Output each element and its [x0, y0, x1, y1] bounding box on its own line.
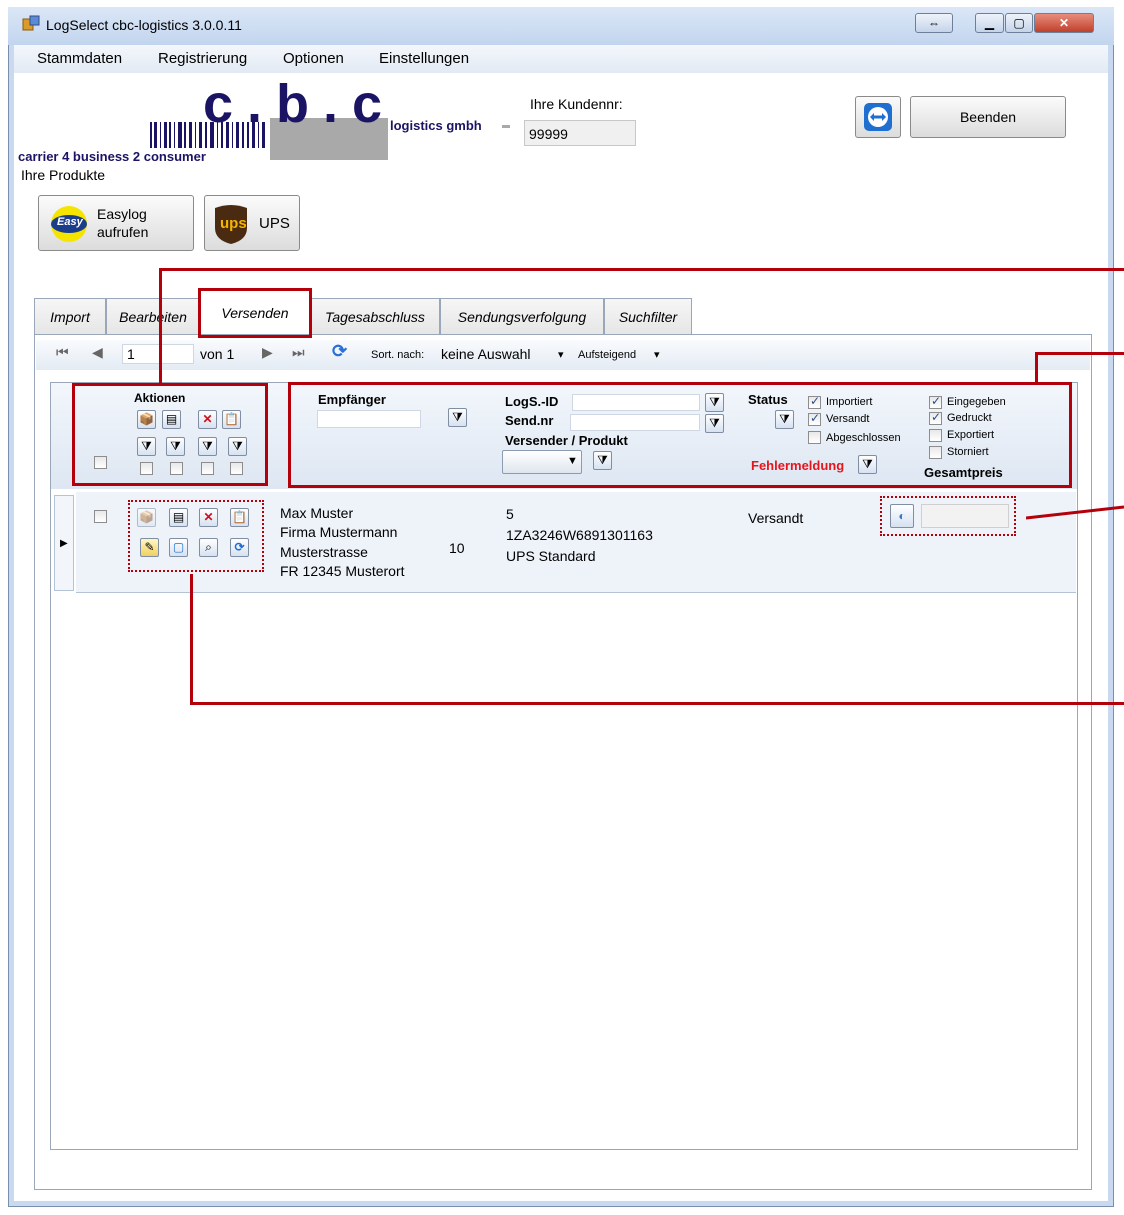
menu-registrierung[interactable]: Registrierung	[158, 50, 247, 67]
easylog-label-1: Easylog	[97, 206, 147, 222]
row-header[interactable]: ▶	[54, 495, 74, 591]
row-checkbox[interactable]	[94, 510, 107, 523]
easylog-logo-text: Easy	[57, 216, 83, 228]
last-page-icon[interactable]: ⏭	[292, 344, 305, 361]
window-title: LogSelect cbc-logistics 3.0.0.11	[46, 17, 242, 33]
ups-logo-icon: ups	[211, 204, 251, 244]
current-row-icon: ▶	[60, 538, 68, 549]
first-page-icon[interactable]: ⏮	[56, 344, 69, 361]
sort-select-chevron-icon[interactable]: ▾	[558, 348, 564, 361]
customer-number-field: 99999	[524, 120, 636, 146]
easylog-button[interactable]: Easy Easylog aufrufen	[38, 195, 194, 251]
ups-button[interactable]: ups UPS	[204, 195, 300, 251]
teamviewer-button[interactable]	[855, 96, 901, 138]
tab-bearbeiten[interactable]: Bearbeiten	[106, 298, 200, 334]
customer-label: Ihre Kundennr:	[530, 96, 623, 112]
quit-button[interactable]: Beenden	[910, 96, 1066, 138]
app-icon	[22, 14, 40, 32]
menu-einstellungen[interactable]: Einstellungen	[379, 50, 469, 67]
annotation-line	[1025, 504, 1124, 522]
annotation-active-tab	[198, 288, 312, 338]
next-page-icon[interactable]: ▶	[262, 344, 273, 361]
tab-sendungsverfolgung[interactable]: Sendungsverfolgung	[440, 298, 604, 334]
annotation-price	[880, 496, 1016, 536]
order-select-chevron-icon[interactable]: ▾	[654, 348, 660, 361]
minimize-button[interactable]: ▁	[975, 13, 1004, 33]
maximize-button[interactable]: ▢	[1005, 13, 1033, 33]
row-logs-id: 5	[506, 506, 514, 522]
tab-suchfilter[interactable]: Suchfilter	[604, 298, 692, 334]
ups-logo-text: ups	[220, 215, 247, 232]
recipient-line-3: Musterstrasse	[280, 544, 368, 560]
company-logo: c.b.c logistics gmbh carrier 4 business …	[18, 78, 510, 170]
sort-label: Sort. nach:	[371, 349, 425, 361]
annotation-line	[159, 268, 1124, 271]
easylog-logo-icon: Easy	[48, 205, 90, 243]
row-quantity: 10	[449, 540, 465, 556]
menu-optionen[interactable]: Optionen	[283, 50, 344, 67]
annotation-line	[1035, 352, 1124, 355]
ups-label: UPS	[259, 215, 290, 232]
page-count: von 1	[200, 346, 235, 362]
logo-tagline: carrier 4 business 2 consumer	[18, 149, 206, 164]
tab-import[interactable]: Import	[34, 298, 106, 334]
row-tracking-number: 1ZA3246W6891301163	[506, 527, 653, 543]
annotation-line	[1035, 352, 1038, 384]
order-select[interactable]: Aufsteigend	[578, 349, 636, 361]
page-input[interactable]: 1	[122, 344, 194, 364]
menu-stammdaten[interactable]: Stammdaten	[37, 50, 122, 67]
recipient-line-1: Max Muster	[280, 505, 354, 521]
annotation-row-actions	[128, 500, 264, 572]
recipient-line-2: Firma Mustermann	[280, 524, 398, 540]
annotation-line	[159, 268, 162, 385]
prev-page-icon[interactable]: ◀	[92, 344, 103, 361]
logo-suffix: logistics gmbh	[390, 118, 482, 133]
annotation-filters	[288, 382, 1072, 488]
sort-select[interactable]: keine Auswahl	[441, 346, 531, 362]
teamviewer-icon	[864, 103, 892, 131]
annotation-line	[190, 702, 1124, 705]
easylog-label-2: aufrufen	[97, 224, 149, 240]
tab-tagesabschluss[interactable]: Tagesabschluss	[310, 298, 440, 334]
refresh-icon[interactable]: ⟳	[332, 341, 347, 362]
recipient-line-4: FR 12345 Musterort	[280, 563, 405, 579]
svg-text:c.b.c: c.b.c	[203, 78, 396, 134]
row-product: UPS Standard	[506, 548, 596, 564]
annotation-line	[190, 574, 193, 704]
resize-icon[interactable]: ⇔	[915, 13, 953, 33]
annotation-actions	[72, 383, 268, 486]
products-label: Ihre Produkte	[21, 167, 106, 183]
row-status: Versandt	[748, 510, 804, 526]
close-button[interactable]: ✕	[1034, 13, 1094, 33]
